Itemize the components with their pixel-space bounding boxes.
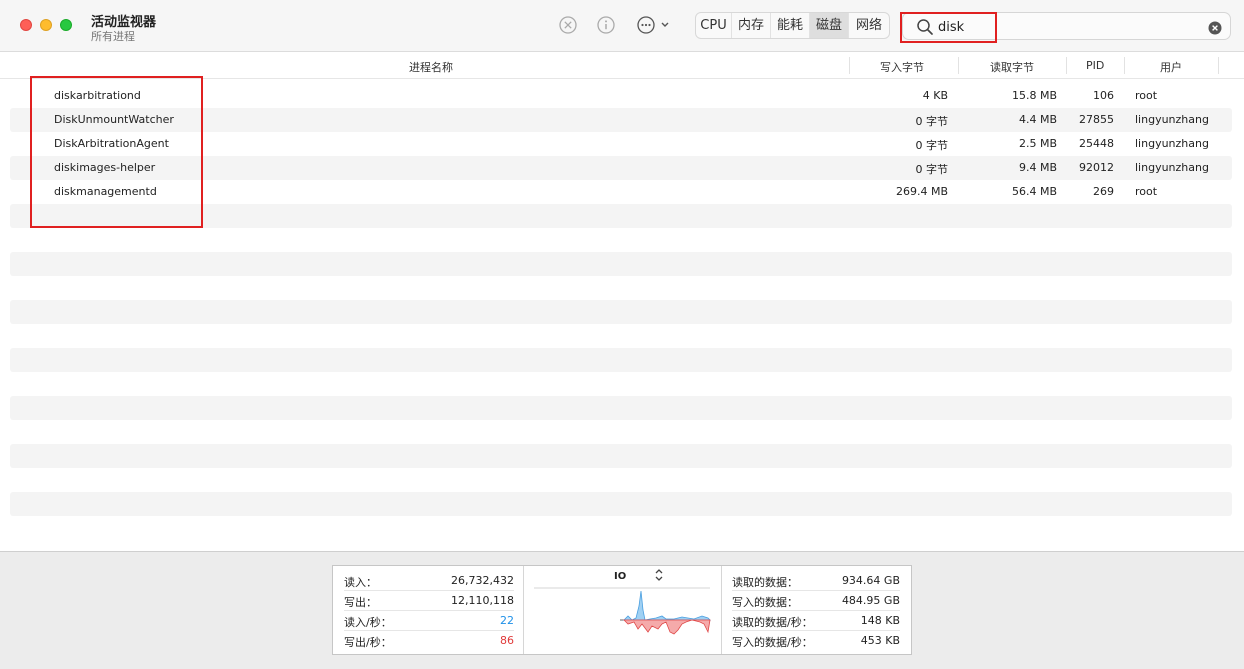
tab-memory[interactable]: 内存 (732, 13, 771, 38)
io-stats: 读入： 26,732,432 写出： 12,110,118 读入/秒： 22 写… (344, 571, 514, 651)
column-divider[interactable] (1218, 57, 1219, 74)
stat-label: 读取的数据： (732, 576, 798, 589)
stat-row-data-written: 写入的数据： 484.95 GB (732, 591, 900, 611)
stat-value: 148 KB (860, 614, 900, 627)
empty-table-row (10, 348, 1232, 372)
clear-search-icon[interactable] (1208, 20, 1222, 35)
bytes-written: 0 字节 (915, 139, 949, 152)
column-divider[interactable] (849, 57, 850, 74)
column-bytes-read[interactable]: 读取字节 (990, 59, 1034, 75)
stat-label: 写出： (344, 596, 377, 609)
pid: 25448 (1079, 137, 1114, 150)
empty-table-row (10, 420, 1232, 444)
column-divider[interactable] (1066, 57, 1067, 74)
rows-highlight-box (30, 76, 203, 228)
empty-table-row (10, 276, 1232, 300)
stat-value: 86 (500, 634, 514, 647)
bytes-written: 0 字节 (915, 163, 949, 176)
pid: 27855 (1079, 113, 1114, 126)
bytes-read: 15.8 MB (1011, 89, 1057, 102)
tab-disk[interactable]: 磁盘 (810, 13, 849, 38)
tab-cpu[interactable]: CPU (696, 13, 732, 38)
bytes-written: 0 字节 (915, 115, 949, 128)
window-close-button[interactable] (20, 19, 32, 31)
pid: 106 (1093, 89, 1114, 102)
stat-value: 934.64 GB (841, 574, 900, 587)
empty-table-row (10, 396, 1232, 420)
disk-stats-panel: 读入： 26,732,432 写出： 12,110,118 读入/秒： 22 写… (0, 552, 1244, 669)
info-icon[interactable] (596, 15, 616, 35)
empty-table-row (10, 324, 1232, 348)
tab-network[interactable]: 网络 (849, 13, 889, 38)
stat-row-data-written-per-sec: 写入的数据/秒： 453 KB (732, 631, 900, 651)
window-minimize-button[interactable] (40, 19, 52, 31)
empty-table-row (10, 492, 1232, 516)
more-actions-icon[interactable] (636, 15, 676, 35)
column-pid[interactable]: PID (1086, 59, 1104, 72)
user: lingyunzhang (1135, 113, 1209, 126)
stat-row-writes-per-sec: 写出/秒： 86 (344, 631, 514, 651)
column-user[interactable]: 用户 (1160, 59, 1182, 75)
user: lingyunzhang (1135, 161, 1209, 174)
stat-row-data-read-per-sec: 读取的数据/秒： 148 KB (732, 611, 900, 631)
empty-table-row (10, 444, 1232, 468)
empty-table-row (10, 372, 1232, 396)
empty-table-row (10, 468, 1232, 492)
user: root (1135, 89, 1158, 102)
column-bytes-written[interactable]: 写入字节 (880, 59, 924, 75)
io-graph (534, 587, 711, 635)
empty-table-row (10, 228, 1232, 252)
stat-label: 写入的数据/秒： (732, 636, 813, 649)
stat-label: 写出/秒： (344, 636, 392, 649)
empty-table-row (10, 252, 1232, 276)
data-stats: 读取的数据： 934.64 GB 写入的数据： 484.95 GB 读取的数据/… (732, 571, 900, 651)
app-subtitle[interactable]: 所有进程 (91, 28, 135, 44)
pid: 92012 (1079, 161, 1114, 174)
column-process-name[interactable]: 进程名称 (409, 59, 453, 75)
window-zoom-button[interactable] (60, 19, 72, 31)
column-divider[interactable] (958, 57, 959, 74)
stat-label: 写入的数据： (732, 596, 798, 609)
stats-separator (721, 566, 722, 654)
stat-value: 22 (500, 614, 514, 627)
bytes-written: 4 KB (922, 89, 948, 102)
stat-label: 读取的数据/秒： (732, 616, 813, 629)
tab-energy[interactable]: 能耗 (771, 13, 810, 38)
bytes-read: 4.4 MB (1018, 113, 1057, 126)
empty-table-row (10, 300, 1232, 324)
bytes-read: 56.4 MB (1011, 185, 1057, 198)
stat-row-data-read: 读取的数据： 934.64 GB (732, 571, 900, 591)
io-chart: IO (524, 566, 721, 654)
stat-row-writes-out: 写出： 12,110,118 (344, 591, 514, 611)
stat-row-reads-in: 读入： 26,732,432 (344, 571, 514, 591)
stats-box: 读入： 26,732,432 写出： 12,110,118 读入/秒： 22 写… (332, 565, 912, 655)
stat-value: 12,110,118 (451, 594, 514, 607)
column-divider[interactable] (1124, 57, 1125, 74)
bytes-written: 269.4 MB (895, 185, 948, 198)
user: root (1135, 185, 1158, 198)
toolbar: 活动监视器 所有进程 CPU 内存 能耗 磁盘 网络 (0, 0, 1244, 52)
bytes-read: 9.4 MB (1018, 161, 1057, 174)
empty-table-row (10, 516, 1232, 540)
user: lingyunzhang (1135, 137, 1209, 150)
stat-value: 453 KB (860, 634, 900, 647)
search-highlight-box (900, 12, 997, 43)
pid: 269 (1093, 185, 1114, 198)
view-tabs: CPU 内存 能耗 磁盘 网络 (695, 12, 890, 39)
stop-process-icon[interactable] (558, 15, 578, 35)
stat-label: 读入/秒： (344, 616, 392, 629)
bytes-read: 2.5 MB (1018, 137, 1057, 150)
stat-label: 读入： (344, 576, 377, 589)
stat-value: 26,732,432 (451, 574, 514, 587)
stat-row-reads-per-sec: 读入/秒： 22 (344, 611, 514, 631)
stat-value: 484.95 GB (841, 594, 900, 607)
